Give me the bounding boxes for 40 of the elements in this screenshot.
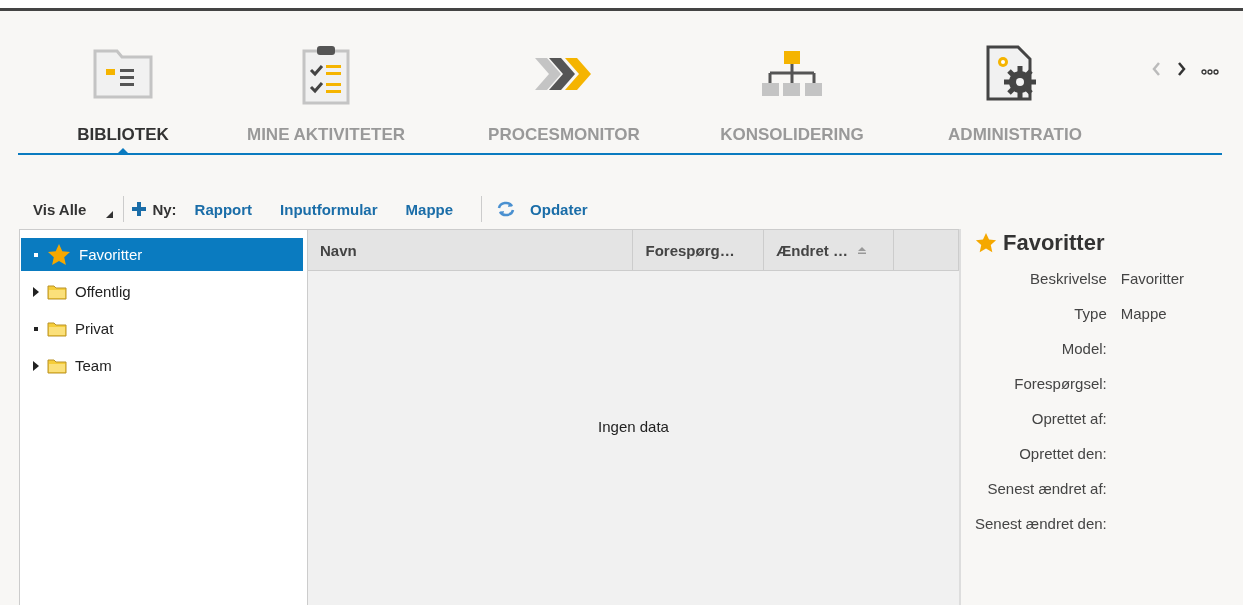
tree-item[interactable]: Team <box>21 349 303 382</box>
nav-tab[interactable]: BIBLIOTEK <box>77 125 169 145</box>
field-label: Oprettet den: <box>1018 445 1107 462</box>
details-title: Favoritter <box>1003 230 1105 256</box>
field-label: Senest ændret den: <box>975 515 1107 532</box>
field-label: Type <box>1073 305 1107 322</box>
nav-tab[interactable]: MINE AKTIVITETER <box>246 125 405 145</box>
new-item-link[interactable]: Mappe <box>405 200 454 218</box>
clipboard-checklist-icon <box>301 43 351 105</box>
star-icon <box>975 232 997 254</box>
plus-icon[interactable] <box>132 202 147 216</box>
field-label: Beskrivelse <box>1029 270 1107 287</box>
column-header[interactable]: Forespørg… <box>633 230 765 270</box>
field-label: Model: <box>1060 340 1107 357</box>
star-icon <box>47 242 71 267</box>
nav-tab[interactable]: ADMINISTRATIO <box>948 125 1082 145</box>
new-item-link[interactable]: Rapport <box>194 200 253 218</box>
nav-tab[interactable]: PROCESMONITOR <box>488 125 640 145</box>
field-value: Favoritter <box>1120 270 1185 287</box>
nav-tab[interactable]: KONSOLIDERING <box>720 125 864 145</box>
folder-list-icon <box>93 49 153 99</box>
new-item-link[interactable]: Inputformular <box>280 200 378 218</box>
new-label: Ny: <box>152 200 177 218</box>
field-label: Forespørgsel: <box>1013 375 1107 392</box>
expand-arrow-icon[interactable] <box>33 286 39 297</box>
refresh-icon[interactable] <box>496 200 517 218</box>
field-value: Mappe <box>1120 305 1168 322</box>
tree-item[interactable]: Privat <box>21 312 303 345</box>
field-label: Senest ændret af: <box>986 480 1107 497</box>
column-header[interactable]: Navn <box>308 230 634 270</box>
column-header[interactable]: Ændret … <box>764 230 895 270</box>
expand-arrow-icon[interactable] <box>33 360 39 371</box>
tree-item[interactable]: Offentlig <box>21 275 303 308</box>
refresh-link[interactable]: Opdater <box>530 200 588 218</box>
hierarchy-icon <box>760 49 824 99</box>
empty-message: Ingen data <box>598 417 669 435</box>
filter-dropdown[interactable]: Vis Alle <box>27 199 124 219</box>
tree-item[interactable]: Favoritter <box>21 238 303 271</box>
field-label: Oprettet af: <box>1030 410 1107 427</box>
caret-icon <box>106 210 114 218</box>
